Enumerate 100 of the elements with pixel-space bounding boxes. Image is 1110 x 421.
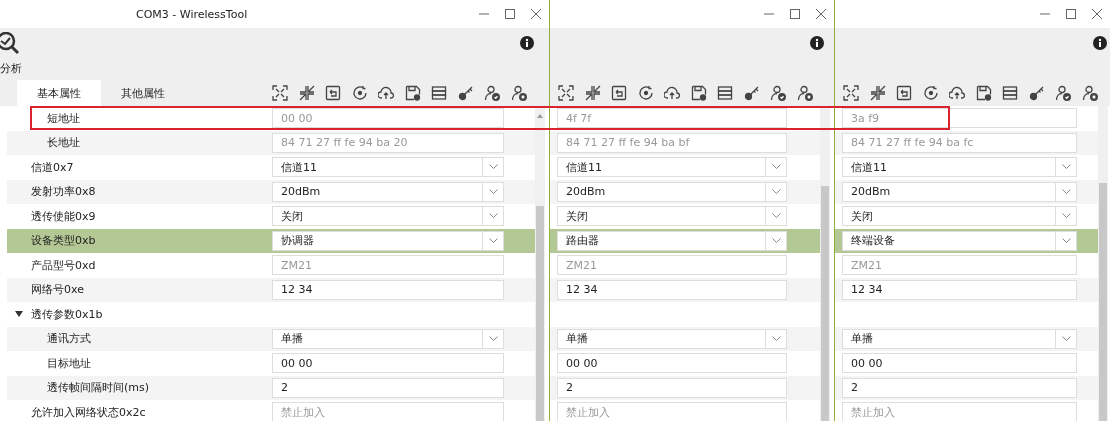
- chevron-down-icon: [771, 335, 781, 342]
- dropdown-field[interactable]: 单播: [272, 328, 504, 349]
- expand-icon[interactable]: [558, 85, 574, 101]
- key-icon[interactable]: [1028, 85, 1045, 101]
- scrollbar-thumb[interactable]: [1099, 183, 1107, 421]
- collapse-icon[interactable]: [869, 85, 886, 101]
- chevron-down-icon: [488, 335, 498, 342]
- dropdown-field[interactable]: 关闭: [272, 206, 504, 227]
- import-icon[interactable]: [325, 85, 341, 101]
- chevron-down-icon: [488, 213, 498, 220]
- info-icon[interactable]: [520, 36, 534, 50]
- chevron-down-icon: [1061, 164, 1071, 171]
- property-label: 发射功率0x8: [31, 184, 96, 200]
- dropdown-field[interactable]: 协调器: [272, 230, 504, 251]
- refresh-icon[interactable]: [637, 85, 654, 101]
- readonly-field: ZM21: [842, 255, 1077, 276]
- maximize-icon[interactable]: [504, 8, 516, 20]
- expand-icon[interactable]: [843, 85, 859, 101]
- dropdown-field[interactable]: 20dBm: [272, 181, 504, 202]
- input-field[interactable]: 00 00: [557, 353, 787, 374]
- property-label: 目标地址: [47, 355, 91, 371]
- dropdown-field[interactable]: 信道11: [272, 157, 504, 178]
- scrollbar-thumb[interactable]: [821, 186, 829, 421]
- scrollbar-thumb[interactable]: [536, 206, 544, 421]
- dropdown-field[interactable]: 20dBm: [557, 181, 787, 202]
- save-settings-icon[interactable]: [975, 85, 992, 101]
- save-settings-icon[interactable]: [404, 85, 421, 101]
- dropdown-field[interactable]: 终端设备: [842, 230, 1077, 251]
- chevron-down-icon: [771, 213, 781, 220]
- key-icon[interactable]: [457, 85, 474, 101]
- dropdown-field[interactable]: 信道11: [557, 157, 787, 178]
- refresh-icon[interactable]: [922, 85, 939, 101]
- import-icon[interactable]: [611, 85, 627, 101]
- property-label: 允许加入网络状态0x2c: [31, 404, 146, 420]
- dropdown-field[interactable]: 关闭: [842, 206, 1077, 227]
- chevron-down-icon: [771, 164, 781, 171]
- expand-icon[interactable]: [272, 85, 288, 101]
- input-field[interactable]: 12 34: [557, 279, 787, 300]
- chevron-down-icon: [488, 188, 498, 195]
- property-label: 信道0x7: [31, 159, 74, 175]
- maximize-icon[interactable]: [1065, 8, 1077, 20]
- toolbar-label[interactable]: 分析: [0, 61, 22, 76]
- import-icon[interactable]: [896, 85, 912, 101]
- chevron-down-icon: [488, 164, 498, 171]
- close-icon[interactable]: [815, 8, 827, 20]
- property-label: 通讯方式: [47, 331, 91, 347]
- input-field[interactable]: 2: [557, 377, 787, 398]
- dropdown-field[interactable]: 单播: [557, 328, 787, 349]
- server-list-icon[interactable]: [1002, 85, 1018, 101]
- user-remove-icon[interactable]: [796, 85, 813, 101]
- property-label: 短地址: [47, 110, 80, 126]
- user-remove-icon[interactable]: [1081, 85, 1098, 101]
- readonly-field: 禁止加入: [272, 402, 504, 421]
- input-field[interactable]: 12 34: [272, 279, 504, 300]
- chevron-down-icon: [1061, 237, 1071, 244]
- close-icon[interactable]: [530, 8, 542, 20]
- property-label: 设备类型0xb: [31, 233, 96, 249]
- dropdown-field[interactable]: 信道11: [842, 157, 1077, 178]
- chevron-down-icon: [488, 237, 498, 244]
- readonly-field: ZM21: [272, 255, 504, 276]
- user-remove-icon[interactable]: [510, 85, 527, 101]
- collapse-icon[interactable]: [298, 85, 315, 101]
- input-field[interactable]: 2: [272, 377, 504, 398]
- server-list-icon[interactable]: [717, 85, 733, 101]
- property-label: 透传使能0x9: [31, 208, 96, 224]
- input-field[interactable]: 00 00: [272, 353, 504, 374]
- cloud-upload-icon[interactable]: [664, 85, 680, 101]
- tab[interactable]: 其他属性: [101, 80, 185, 106]
- dropdown-field[interactable]: 路由器: [557, 230, 787, 251]
- cloud-upload-icon[interactable]: [378, 85, 394, 101]
- collapse-icon[interactable]: [584, 85, 601, 101]
- user-check-icon[interactable]: [770, 85, 786, 101]
- save-settings-icon[interactable]: [690, 85, 707, 101]
- readonly-field: 3a f9: [842, 108, 1077, 129]
- info-icon[interactable]: [1093, 36, 1107, 50]
- info-icon[interactable]: [810, 36, 824, 50]
- dropdown-field[interactable]: 20dBm: [842, 181, 1077, 202]
- property-label: 长地址: [47, 135, 80, 151]
- input-field[interactable]: 00 00: [842, 353, 1077, 374]
- dropdown-field[interactable]: 单播: [842, 328, 1077, 349]
- readonly-field: 84 71 27 ff fe 94 ba fc: [842, 132, 1077, 153]
- chevron-down-icon: [771, 188, 781, 195]
- user-check-icon[interactable]: [484, 85, 500, 101]
- server-list-icon[interactable]: [431, 85, 447, 101]
- user-check-icon[interactable]: [1055, 85, 1071, 101]
- readonly-field: 禁止加入: [842, 402, 1077, 421]
- chevron-down-icon: [771, 237, 781, 244]
- dropdown-field[interactable]: 关闭: [557, 206, 787, 227]
- close-icon[interactable]: [1091, 8, 1103, 20]
- input-field[interactable]: 2: [842, 377, 1077, 398]
- cloud-upload-icon[interactable]: [949, 85, 965, 101]
- readonly-field: 4f 7f: [557, 108, 787, 129]
- refresh-icon[interactable]: [351, 85, 368, 101]
- input-field[interactable]: 12 34: [842, 279, 1077, 300]
- readonly-field: 禁止加入: [557, 402, 787, 421]
- collapse-arrow-icon[interactable]: [15, 310, 23, 319]
- tab[interactable]: 基本属性: [17, 80, 101, 106]
- key-icon[interactable]: [743, 85, 760, 101]
- readonly-field: 00 00: [272, 108, 504, 129]
- maximize-icon[interactable]: [789, 8, 801, 20]
